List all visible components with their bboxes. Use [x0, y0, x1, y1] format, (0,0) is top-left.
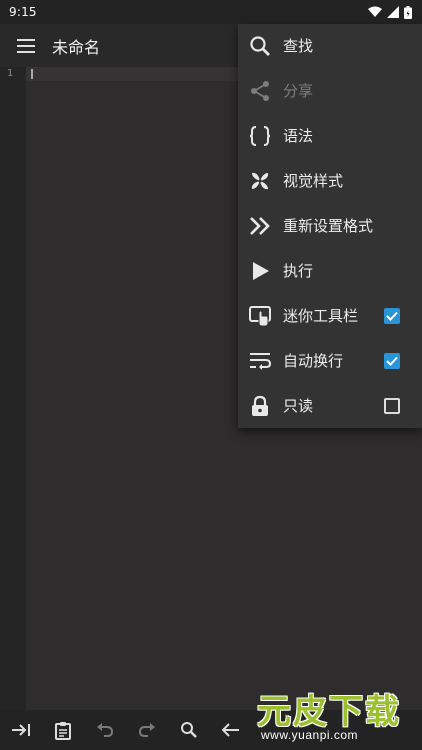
hamburger-icon [17, 38, 35, 53]
overflow-menu: 查找 分享 语法 视觉样式 重新设置格式 执行 迷你工具栏 自动换行 只读 [238, 24, 422, 428]
menu-item-syntax[interactable]: 语法 [238, 114, 422, 159]
find-button[interactable] [168, 710, 210, 750]
menu-item-label: 语法 [283, 127, 314, 145]
menu-item-label: 执行 [283, 262, 314, 280]
line-number-gutter: 1 [0, 67, 26, 710]
redo-icon [138, 723, 155, 737]
tab-indent-button[interactable] [0, 710, 42, 750]
document-title: 未命名 [52, 37, 101, 57]
undo-button[interactable] [84, 710, 126, 750]
menu-item-visual-style[interactable]: 视觉样式 [238, 159, 422, 204]
menu-item-mini-toolbar[interactable]: 迷你工具栏 [238, 294, 422, 339]
share-icon [248, 79, 272, 103]
pinwheel-icon [248, 169, 272, 193]
play-icon [248, 259, 272, 283]
bottom-toolbar [0, 710, 422, 750]
braces-icon [248, 124, 272, 148]
menu-item-label: 重新设置格式 [283, 217, 374, 235]
battery-icon [404, 5, 412, 19]
wifi-icon [368, 6, 382, 17]
undo-icon [97, 723, 114, 737]
redo-button[interactable] [126, 710, 168, 750]
menu-item-label: 视觉样式 [283, 172, 344, 190]
touch-screen-icon [248, 304, 272, 328]
wrap-text-icon [248, 349, 272, 373]
clipboard-icon [55, 721, 71, 740]
arrow-left-icon [222, 723, 239, 737]
mini-toolbar-checkbox[interactable] [384, 308, 400, 324]
status-icons [368, 5, 412, 19]
read-only-checkbox[interactable] [384, 398, 400, 414]
hamburger-menu-button[interactable] [0, 24, 52, 67]
menu-item-label: 自动换行 [283, 352, 344, 370]
search-icon [248, 34, 272, 58]
menu-item-read-only[interactable]: 只读 [238, 384, 422, 429]
menu-item-label: 只读 [283, 397, 314, 415]
word-wrap-checkbox[interactable] [384, 353, 400, 369]
menu-item-find[interactable]: 查找 [238, 24, 422, 69]
menu-item-reformat[interactable]: 重新设置格式 [238, 204, 422, 249]
lock-icon [248, 394, 272, 418]
menu-item-label: 查找 [283, 37, 314, 55]
search-icon [181, 722, 197, 738]
paste-button[interactable] [42, 710, 84, 750]
menu-item-label: 分享 [283, 82, 314, 100]
signal-icon [387, 6, 399, 18]
status-bar: 9:15 [0, 0, 422, 24]
double-chevron-icon [248, 214, 272, 238]
menu-item-run[interactable]: 执行 [238, 249, 422, 294]
menu-item-label: 迷你工具栏 [283, 307, 359, 325]
tab-indent-icon [12, 724, 30, 736]
menu-item-word-wrap[interactable]: 自动换行 [238, 339, 422, 384]
menu-item-share[interactable]: 分享 [238, 69, 422, 114]
back-button[interactable] [210, 710, 252, 750]
line-number: 1 [7, 68, 14, 79]
status-time: 9:15 [9, 5, 37, 19]
text-cursor [31, 69, 33, 79]
